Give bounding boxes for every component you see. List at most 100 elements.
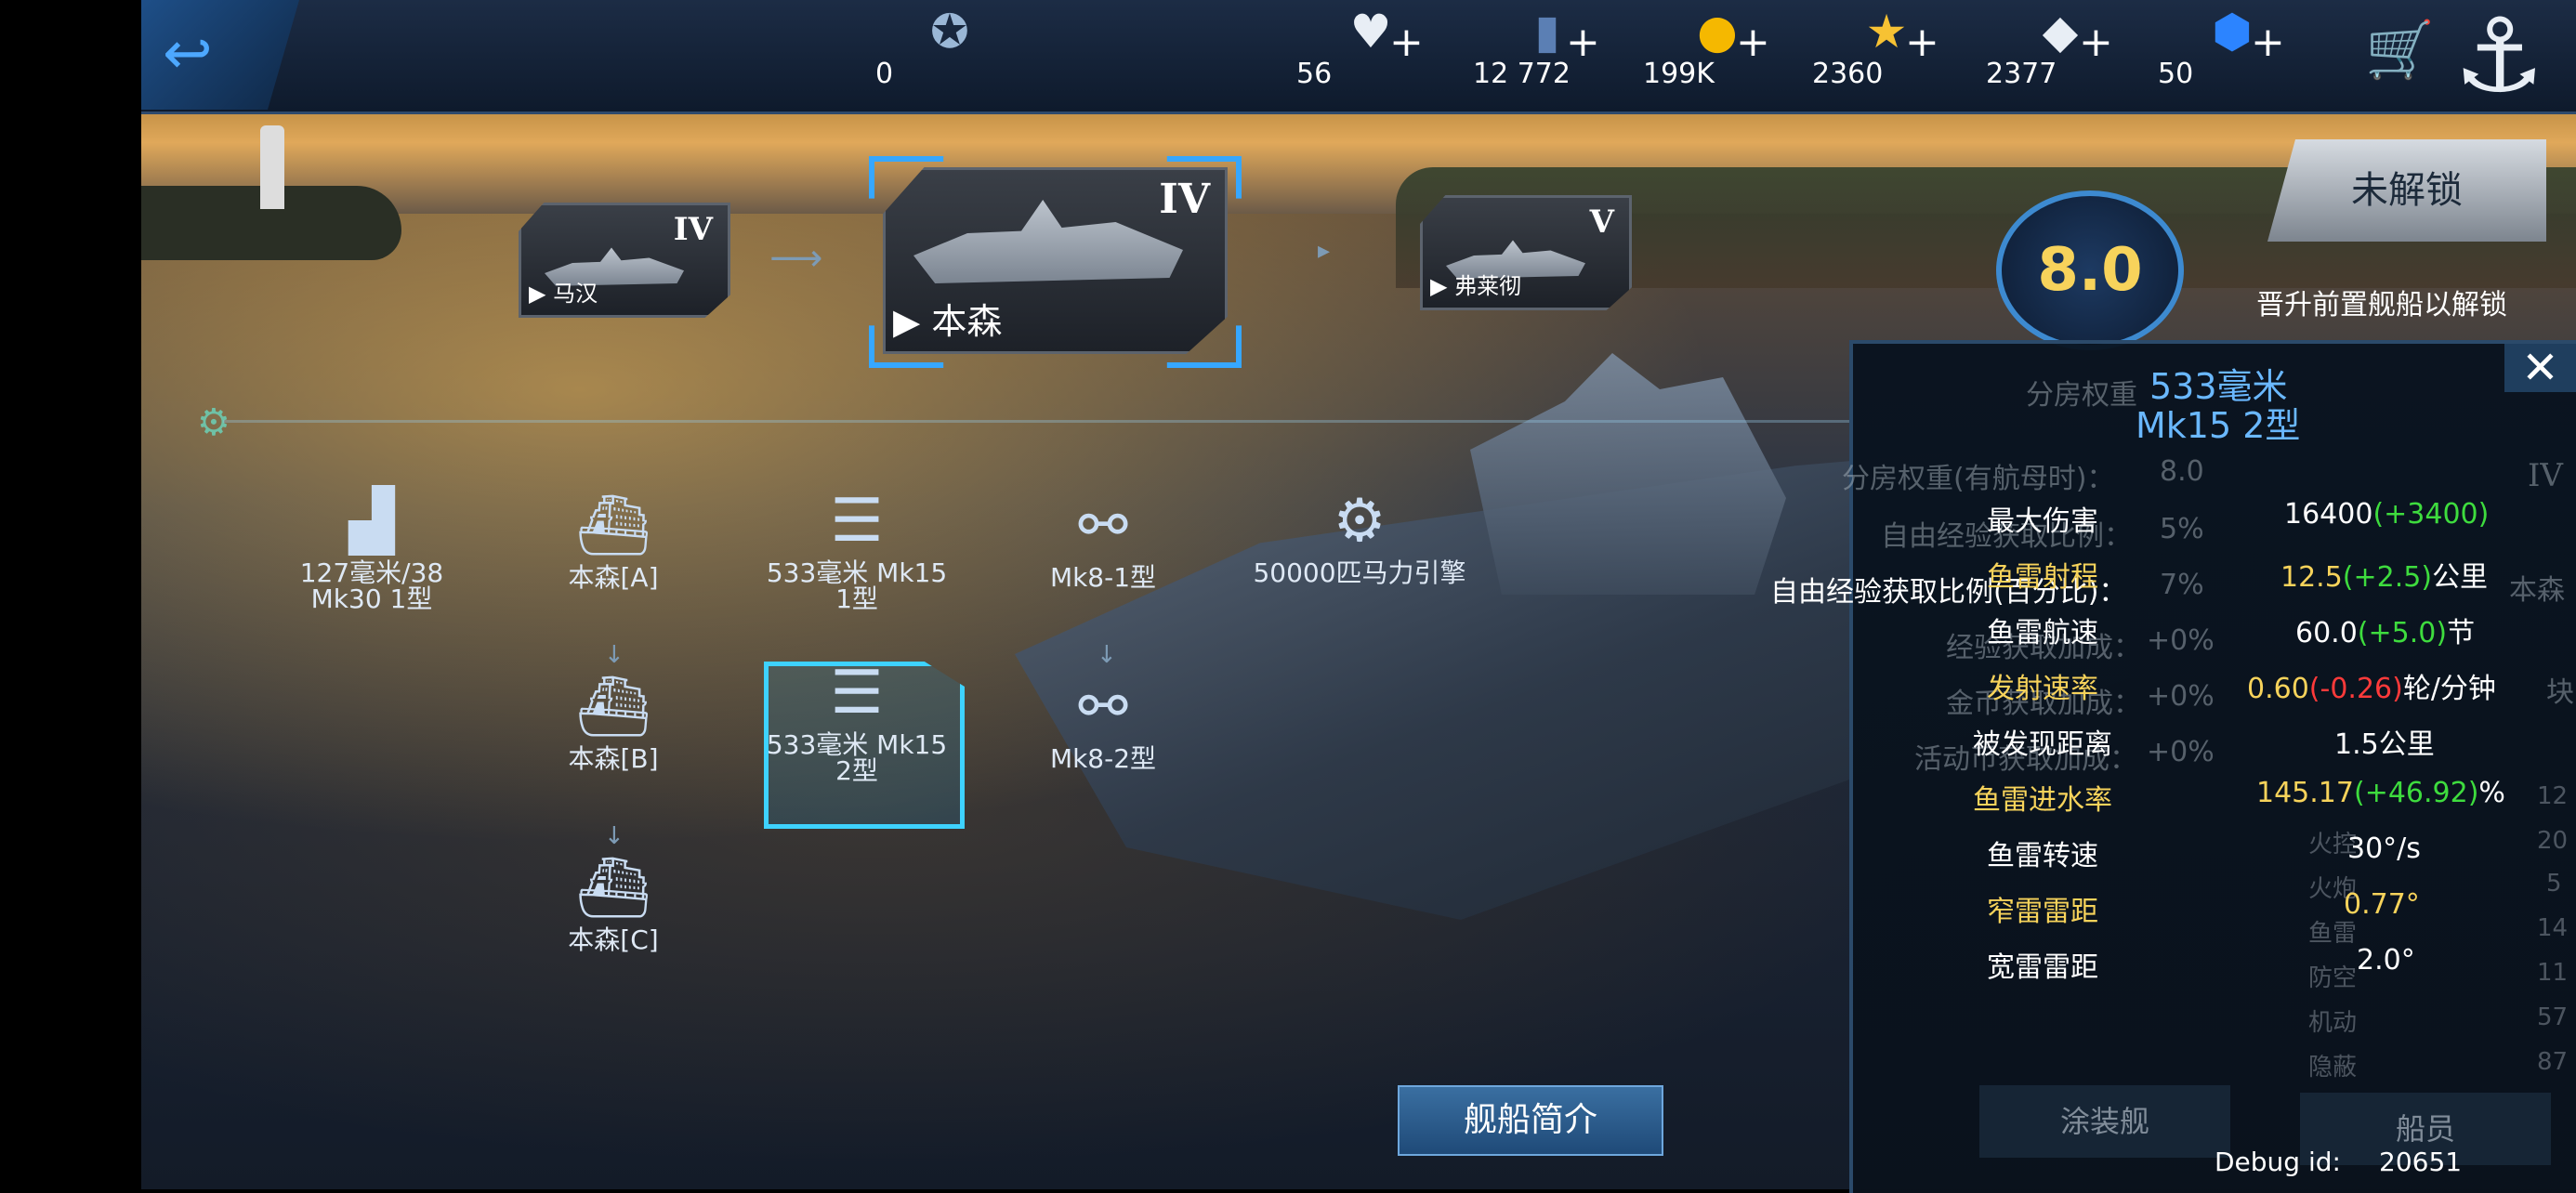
stat-unit: 公里	[2432, 561, 2489, 594]
stat-base: 2.0°	[2357, 944, 2415, 977]
add-icon[interactable]: +	[1566, 19, 1600, 66]
panel-subtitle: Mk15 2型	[2136, 405, 2301, 446]
add-icon[interactable]: +	[2079, 19, 2113, 66]
resource-card[interactable]: ▮ + 12 772	[1473, 6, 1622, 98]
ghost-ship-name: 本森	[2509, 574, 2565, 607]
module-gun[interactable]: ▟ 127毫米/38 Mk30 1型	[269, 488, 474, 612]
ship-name-text: 本森	[931, 301, 1003, 342]
stat-value: 12.5(+2.5)公里	[2280, 554, 2488, 595]
resource-heart[interactable]: ♥ + 56	[1296, 6, 1445, 98]
resource-star-badge[interactable]: ✪ 0	[875, 6, 1024, 98]
ghost-label: 分房权重	[2026, 379, 2137, 412]
ghost-value: 7%	[2160, 569, 2204, 601]
tier-label: IV	[673, 211, 713, 248]
add-icon[interactable]: +	[1736, 19, 1770, 66]
stat-value: 145.17(+46.92)%	[2256, 777, 2505, 809]
arrow-down-icon: ↓	[604, 822, 624, 850]
ghost-label: 分房权重(有航母时)：	[1842, 463, 2115, 495]
module-hull-a[interactable]: ⛴ 本森[A]	[511, 492, 716, 591]
stat-value: 2.0°	[2357, 944, 2415, 977]
arrow-right-icon: ⟶	[769, 237, 823, 280]
add-icon[interactable]: +	[1389, 19, 1424, 66]
stat-delta: (+3400)	[2372, 498, 2490, 531]
arrow-right-icon: ▸	[1318, 237, 1331, 265]
radar-icon: ⚯	[1078, 673, 1128, 741]
next-ship-node[interactable]: V ▶ 弗莱彻	[1420, 195, 1632, 310]
anchor-icon[interactable]: ⚓	[2453, 0, 2545, 111]
debug-value: 20651	[2379, 1147, 2463, 1177]
stat-label: 最大伤害	[1987, 505, 2098, 538]
side-stat-value: 20	[2537, 827, 2569, 855]
unlock-button[interactable]: 未解锁	[2267, 139, 2546, 242]
add-icon[interactable]: +	[2251, 19, 2285, 66]
stat-value: 16400(+3400)	[2284, 498, 2489, 531]
back-arrow-icon[interactable]: ↩	[163, 24, 237, 84]
stat-label: 发射速率	[1987, 673, 2098, 705]
side-stat-value: 14	[2537, 914, 2569, 942]
stat-base: 145.17	[2256, 777, 2354, 809]
star-badge-icon: ✪	[930, 5, 969, 59]
module-label: 533毫米 Mk15 1型	[766, 557, 948, 614]
resource-value: 56	[1296, 58, 1333, 90]
stat-base: 60.0	[2295, 617, 2358, 649]
ghost-char: 块	[2546, 676, 2574, 709]
ghost-value: 5%	[2160, 513, 2204, 545]
module-label: 本森[A]	[568, 562, 659, 593]
module-torpedo-2[interactable]: ☰ 533毫米 Mk15 2型	[755, 660, 959, 784]
module-hull-c[interactable]: ⛴ 本森[C]	[511, 855, 716, 953]
stat-label: 鱼雷进水率	[1973, 784, 2112, 817]
radar-icon: ⚯	[1078, 492, 1128, 560]
hull-icon: ⛴	[575, 854, 651, 923]
tier-label: V	[1589, 203, 1614, 241]
ghost-value: +0%	[2147, 624, 2215, 657]
stat-base: 1.5公里	[2334, 728, 2435, 761]
resource-value: 199K	[1643, 58, 1715, 90]
resource-gold[interactable]: ● + 199K	[1643, 6, 1792, 98]
module-label: 50000匹马力引擎	[1253, 557, 1466, 588]
current-ship-node[interactable]: IV ▶ 本森	[883, 167, 1228, 354]
ghost-value: +0%	[2147, 680, 2215, 713]
side-stat-value: 5	[2546, 870, 2562, 898]
module-radar-2[interactable]: ⚯ Mk8-2型	[1001, 674, 1205, 772]
ship-name: ▶ 马汉	[529, 281, 598, 307]
ship-name-text: 弗莱彻	[1454, 273, 1522, 299]
settings-gear-icon[interactable]: ⚙	[197, 401, 230, 444]
ghost-value: 8.0	[2160, 455, 2204, 488]
shop-cart-icon[interactable]: 🛒	[2365, 17, 2435, 83]
resource-value: 50	[2158, 58, 2194, 90]
module-label: 127毫米/38 Mk30 1型	[299, 557, 444, 614]
paint-button[interactable]: 涂装舰	[1979, 1085, 2230, 1158]
module-label: 本森[C]	[568, 924, 659, 955]
resource-diamond[interactable]: ◆ + 2377	[1986, 6, 2135, 98]
module-label: Mk8-2型	[1049, 743, 1157, 774]
module-engine[interactable]: ⚙ 50000匹马力引擎	[1243, 488, 1476, 586]
stat-label: 鱼雷射程	[1987, 561, 2098, 594]
add-icon[interactable]: +	[1905, 19, 1939, 66]
stat-unit: 节	[2447, 617, 2476, 649]
prev-ship-node[interactable]: IV ▶ 马汉	[519, 203, 730, 318]
ship-intro-button[interactable]: 舰船简介	[1398, 1085, 1663, 1156]
debug-label: Debug id:	[2215, 1147, 2341, 1177]
stat-label: 窄雷雷距	[1987, 896, 2098, 928]
stat-label: 宽雷雷距	[1987, 951, 2098, 984]
module-radar-1[interactable]: ⚯ Mk8-1型	[1001, 492, 1205, 591]
stat-unit: %	[2478, 777, 2505, 809]
arrow-down-icon: ↓	[1097, 641, 1117, 669]
stat-label: 鱼雷航速	[1987, 617, 2098, 649]
module-torpedo-1[interactable]: ☰ 533毫米 Mk15 1型	[755, 488, 959, 612]
side-stat-label: 防空	[2308, 964, 2358, 992]
hull-icon: ⛴	[575, 673, 651, 741]
close-icon[interactable]: ✕	[2504, 344, 2576, 392]
stat-delta: (+2.5)	[2342, 561, 2433, 594]
module-hull-b[interactable]: ⛴ 本森[B]	[511, 674, 716, 772]
hull-icon: ⛴	[575, 492, 651, 560]
lighthouse	[260, 125, 284, 209]
resource-blue-gem[interactable]: ⬢ + 50	[2158, 6, 2307, 98]
stat-base: 0.60	[2247, 673, 2309, 705]
resource-value: 12 772	[1473, 58, 1571, 90]
stat-value: 0.60(-0.26)轮/分钟	[2247, 665, 2496, 706]
stat-value: 30°/s	[2347, 832, 2421, 865]
ship-score-badge: 8.0	[1996, 190, 2184, 350]
ship-thumbnail	[913, 200, 1183, 283]
resource-star[interactable]: ★ + 2360	[1812, 6, 1961, 98]
